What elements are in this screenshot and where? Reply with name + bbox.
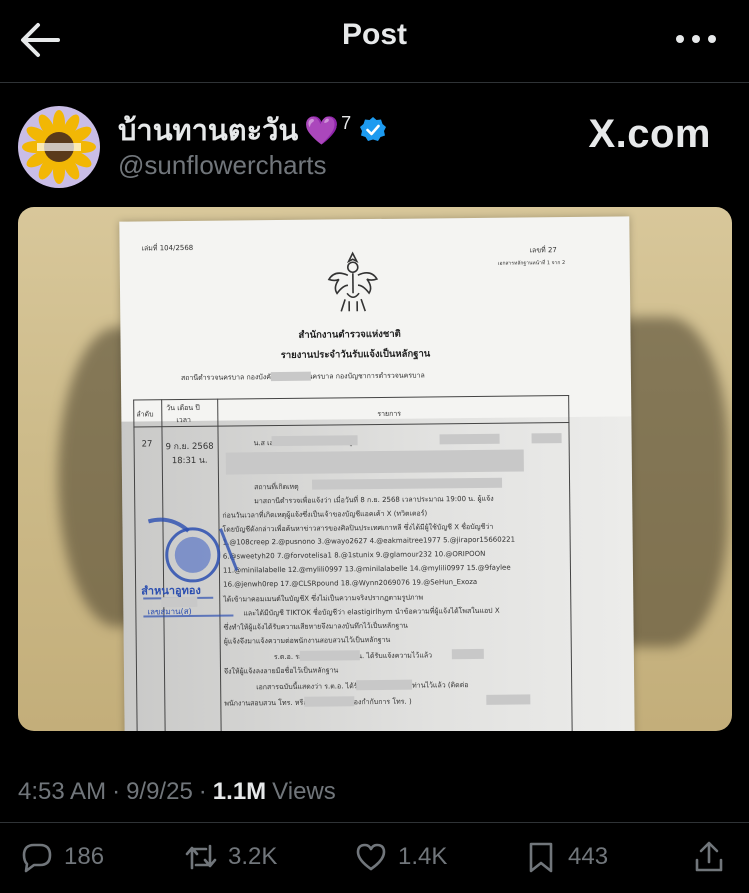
like-button[interactable]: 1.4K bbox=[354, 840, 447, 874]
share-icon bbox=[695, 841, 723, 872]
redaction bbox=[271, 435, 358, 447]
repost-button[interactable]: 3.2K bbox=[184, 840, 277, 874]
redaction bbox=[304, 696, 355, 707]
redaction bbox=[451, 648, 484, 660]
redaction bbox=[299, 650, 360, 661]
heart-icon bbox=[356, 843, 386, 871]
top-bar: Post bbox=[0, 0, 749, 82]
row-seq: 27 bbox=[141, 439, 153, 450]
more-dots-icon bbox=[676, 35, 716, 43]
watermark: X.com bbox=[588, 112, 711, 156]
redaction bbox=[312, 477, 503, 490]
meta-separator: · bbox=[112, 778, 121, 805]
row-date: 9 ก.ย. 2568 bbox=[165, 441, 214, 453]
share-button[interactable] bbox=[692, 840, 726, 874]
author-name-row: บ้านทานตะวัน 💜 7 bbox=[118, 110, 387, 150]
col-date: วัน เดือน ปี bbox=[166, 403, 200, 413]
reply-count: 186 bbox=[64, 843, 105, 870]
display-name[interactable]: บ้านทานตะวัน bbox=[118, 107, 298, 153]
redaction bbox=[225, 449, 524, 475]
table-border bbox=[133, 394, 570, 401]
post-time: 4:53 AM bbox=[18, 778, 107, 805]
row-time: 18:31 น. bbox=[171, 455, 208, 467]
reply-icon bbox=[22, 843, 52, 873]
bookmark-count: 443 bbox=[568, 843, 609, 870]
repost-count: 3.2K bbox=[228, 843, 278, 870]
col-items: รายการ bbox=[377, 409, 402, 418]
header-divider bbox=[0, 82, 749, 83]
meta-separator: · bbox=[198, 778, 207, 805]
page-title: Post bbox=[341, 18, 407, 51]
views-count[interactable]: 1.1M bbox=[213, 778, 266, 806]
meta-divider bbox=[0, 822, 749, 823]
redaction bbox=[486, 694, 531, 705]
doc-line: ก่อนวันเวลาที่เกิดเหตุผู้แจ้งซึ่งเป็นเจ้… bbox=[222, 509, 428, 520]
like-count: 1.4K bbox=[398, 843, 448, 870]
avatar[interactable] bbox=[18, 106, 100, 188]
page-sub: เอกสารหลักฐานหน้าที่ 1 จาก 2 bbox=[497, 260, 566, 267]
book-number: เล่มที่ 104/2568 bbox=[141, 243, 194, 253]
page-number: เลขที่ 27 bbox=[529, 246, 557, 255]
redaction bbox=[439, 433, 500, 445]
bookmark-button[interactable]: 443 bbox=[524, 840, 608, 874]
action-bar: 186 3.2K 1.4K 443 bbox=[0, 828, 749, 888]
bookmark-icon bbox=[529, 842, 553, 873]
verified-badge-icon bbox=[360, 117, 387, 141]
purple-heart-emoji: 💜 bbox=[304, 114, 340, 146]
agency-name: สำนักงานตำรวจแห่งชาติ bbox=[298, 328, 401, 341]
sunflower-avatar-icon bbox=[18, 106, 100, 188]
redaction bbox=[161, 596, 198, 608]
post-meta: 4:53 AM · 9/9/25 · 1.1M Views bbox=[18, 778, 336, 806]
views-label: Views bbox=[272, 778, 336, 805]
reply-button[interactable]: 186 bbox=[20, 840, 104, 874]
document-paper: เล่มที่ 104/2568 เลขที่ 27 เอกสารหลักฐาน… bbox=[119, 216, 635, 731]
report-title: รายงานประจำวันรับแจ้งเป็นหลักฐาน bbox=[280, 348, 431, 362]
doc-line: ได้เข้ามาคอมเมนต์ในบัญชีX ซึ่งไม่เป็นควา… bbox=[223, 593, 424, 604]
official-stamp: สำหนาอูทอง เลขสมาน(ส) bbox=[140, 510, 241, 621]
garuda-emblem-icon bbox=[327, 251, 379, 312]
redaction bbox=[356, 679, 413, 691]
author-handle[interactable]: @sunflowercharts bbox=[118, 150, 326, 181]
post-date: 9/9/25 bbox=[126, 778, 193, 805]
doc-line: จึงให้ผู้แจ้งลงลายมือชื่อไว้เป็นหลักฐาน bbox=[223, 666, 339, 676]
doc-line: ผู้แจ้งจึงมาแจ้งความต่อพนักงานสอบสวนไว้เ… bbox=[223, 635, 391, 646]
redaction bbox=[531, 433, 562, 444]
post-image[interactable]: เล่มที่ 104/2568 เลขที่ 27 เอกสารหลักฐาน… bbox=[18, 207, 732, 731]
doc-line: สถานที่เกิดเหตุ bbox=[254, 482, 299, 492]
col-seq: ลำดับ bbox=[136, 410, 154, 419]
emoji-count: 7 bbox=[341, 112, 352, 133]
more-button[interactable] bbox=[673, 28, 719, 50]
col-time: เวลา bbox=[176, 415, 191, 425]
doc-line: ซึ่งทำให้ผู้แจ้งได้รับความเสียหายจึงมาลง… bbox=[223, 621, 408, 632]
repost-icon bbox=[185, 844, 217, 870]
redaction bbox=[270, 371, 311, 382]
